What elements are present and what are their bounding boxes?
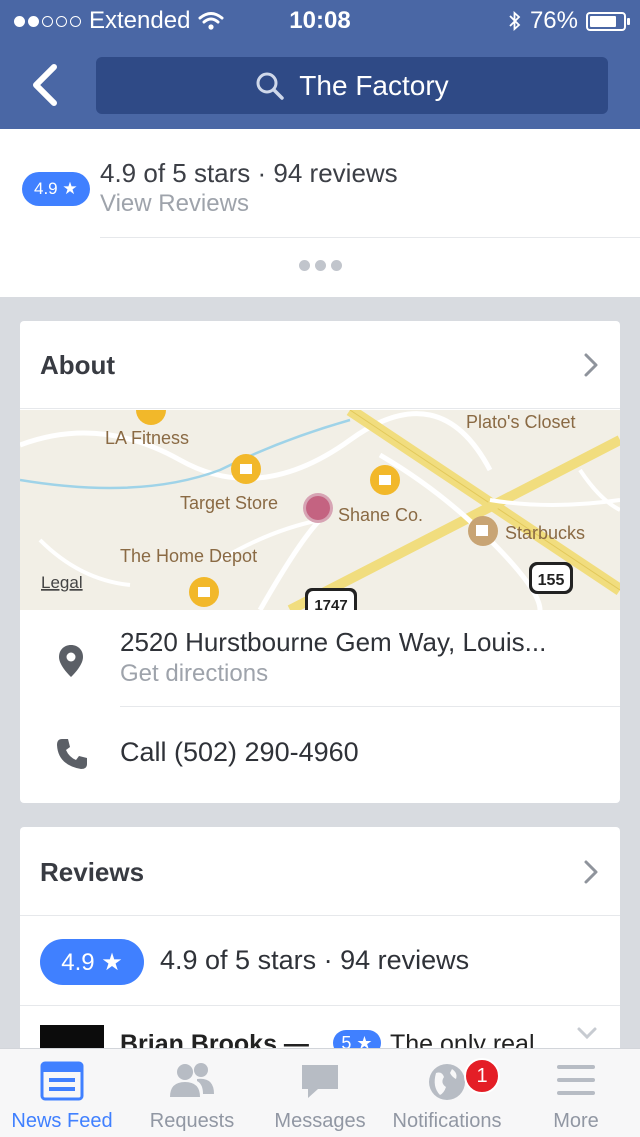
coffee-marker-icon	[468, 516, 498, 546]
map-label: The Home Depot	[120, 546, 257, 566]
rating-summary-text: 4.9 of 5 stars · 94 reviews	[100, 158, 398, 188]
phone-icon	[57, 739, 87, 769]
more-options-icon[interactable]	[299, 260, 342, 271]
tab-requests[interactable]: Requests	[130, 1049, 254, 1137]
chevron-right-icon[interactable]	[582, 858, 600, 886]
notification-count-badge: 1	[464, 1058, 500, 1094]
battery-percent: 76%	[529, 7, 578, 34]
get-directions-link[interactable]: Get directions	[120, 660, 268, 688]
tab-label: Messages	[274, 1110, 366, 1132]
reviews-title[interactable]: Reviews	[40, 857, 144, 888]
news-feed-icon	[40, 1061, 84, 1101]
call-button[interactable]: Call (502) 290-4960	[120, 737, 359, 768]
map-label: Plato's Closet	[466, 412, 576, 432]
about-title[interactable]: About	[40, 350, 115, 381]
shopping-marker-icon	[231, 454, 261, 484]
divider	[20, 1005, 620, 1006]
map-legal-link[interactable]: Legal	[41, 573, 83, 592]
route-number: 155	[538, 572, 565, 589]
view-reviews-link[interactable]: View Reviews	[100, 190, 249, 218]
top-bar: Extended 10:08 76% The Factory	[0, 0, 640, 129]
messages-icon	[302, 1065, 338, 1098]
search-bar[interactable]: The Factory	[96, 57, 608, 114]
rating-badge: 4.9 ★	[40, 939, 144, 985]
tab-more[interactable]: More	[514, 1049, 638, 1137]
location-map[interactable]: LA Fitness Plato's Closet Target Store S…	[20, 410, 620, 610]
rating-section	[0, 129, 640, 297]
map-label: Starbucks	[505, 523, 585, 543]
map-label: LA Fitness	[105, 428, 189, 448]
map-label: Shane Co.	[338, 505, 423, 525]
status-bar: Extended 10:08 76%	[0, 0, 640, 42]
divider	[100, 237, 640, 238]
route-number: 1747	[314, 597, 347, 610]
shopping-marker-icon	[136, 410, 166, 425]
search-icon	[256, 72, 285, 100]
tab-messages[interactable]: Messages	[258, 1049, 382, 1137]
tab-label: News Feed	[11, 1110, 113, 1132]
friend-requests-icon	[170, 1063, 214, 1097]
battery-icon	[586, 11, 630, 31]
tab-bar: News Feed Requests Messages Notification…	[0, 1048, 640, 1137]
shopping-marker-icon	[370, 465, 400, 495]
address-text[interactable]: 2520 Hurstbourne Gem Way, Louis...	[120, 627, 546, 658]
back-chevron-icon[interactable]	[28, 62, 68, 108]
tab-label: More	[553, 1110, 599, 1132]
globe-icon	[429, 1064, 465, 1100]
tab-label: Requests	[149, 1110, 235, 1132]
map-graphic: LA Fitness Plato's Closet Target Store S…	[20, 410, 620, 610]
tab-label: Notifications	[392, 1110, 502, 1132]
map-label: Target Store	[180, 493, 278, 513]
chevron-down-icon[interactable]	[576, 1026, 598, 1040]
divider	[120, 706, 620, 707]
rating-summary-text: 4.9 of 5 stars · 94 reviews	[160, 945, 470, 975]
divider	[20, 915, 620, 916]
shopping-marker-icon	[189, 577, 219, 607]
hamburger-icon	[557, 1065, 595, 1095]
rating-badge: 4.9 ★	[22, 172, 90, 206]
battery-info: 76%	[508, 7, 630, 35]
chevron-right-icon[interactable]	[582, 351, 600, 379]
tab-news-feed[interactable]: News Feed	[0, 1049, 124, 1137]
location-pin-icon	[59, 645, 83, 677]
divider	[20, 408, 620, 409]
bluetooth-icon	[509, 10, 521, 32]
search-query: The Factory	[299, 69, 449, 101]
